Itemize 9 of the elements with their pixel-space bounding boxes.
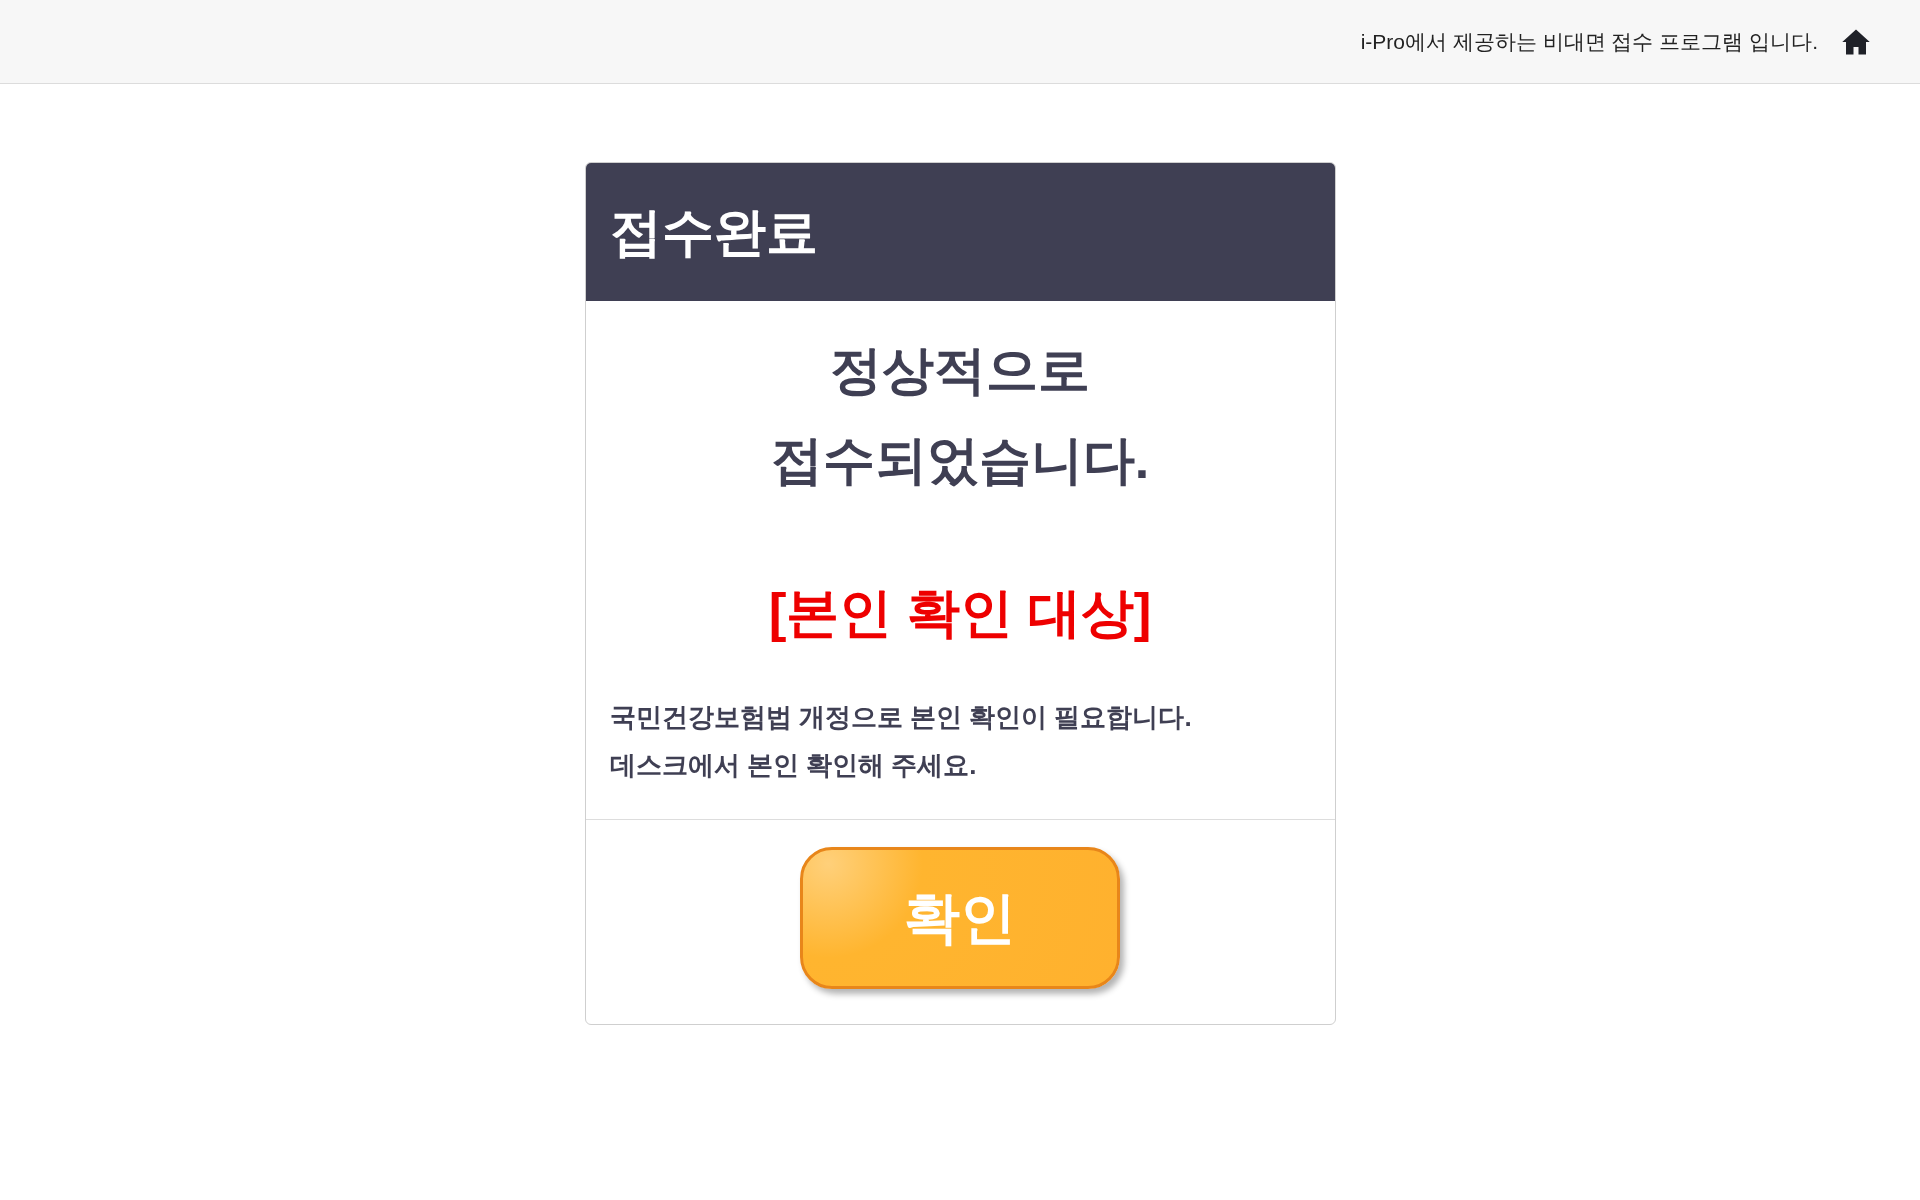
description-text: 국민건강보험법 개정으로 본인 확인이 필요합니다. <box>609 701 1193 734</box>
confirm-button[interactable]: 확인 <box>800 847 1120 989</box>
home-icon <box>1841 27 1871 56</box>
program-notice: i-Pro에서 제공하는 비대면 접수 프로그램 입니다. <box>1360 28 1818 55</box>
description-text: 데스크에서 본인 확인해 주세요. <box>609 749 978 782</box>
completion-message: 정상적으로 <box>830 340 1090 401</box>
completion-message: 접수되었습니다. <box>770 430 1150 491</box>
verification-notice-text: [본인 확인 대상] <box>768 582 1152 644</box>
card-title: 접수완료 <box>609 202 818 263</box>
